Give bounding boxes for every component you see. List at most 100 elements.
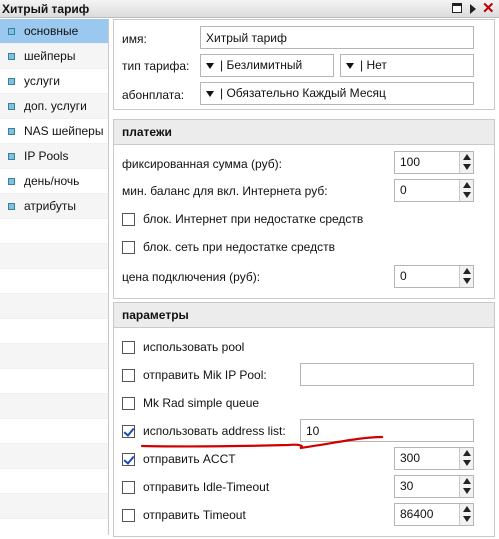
fixed-sum-spinner[interactable]: 100	[394, 151, 474, 174]
spinner-buttons[interactable]	[459, 180, 473, 201]
collapse-arrow-icon[interactable]	[467, 2, 479, 15]
sidebar-empty-row	[0, 419, 108, 444]
spinner-buttons[interactable]	[459, 504, 473, 525]
sidebar-item-nas-shapers[interactable]: NAS шейперы	[0, 119, 108, 144]
connect-price-label: цена подключения (руб):	[122, 270, 261, 284]
sidebar-item-services[interactable]: услуги	[0, 69, 108, 94]
payments-panel: платежи фиксированная сумма (руб): 100 м…	[113, 119, 495, 299]
sidebar-empty-row	[0, 219, 108, 244]
tariff-subtype-value: | Нет	[360, 58, 387, 72]
idle-timeout-spinner[interactable]: 30	[394, 475, 474, 498]
sidebar-divider	[108, 19, 109, 535]
spinner-up-icon[interactable]	[463, 506, 471, 512]
min-balance-spinner[interactable]: 0	[394, 179, 474, 202]
idle-timeout-label: отправить Idle-Timeout	[143, 480, 270, 494]
sidebar-item-label: услуги	[24, 74, 60, 88]
use-address-list-checkbox[interactable]	[122, 425, 135, 438]
bullet-icon	[8, 53, 15, 60]
name-label: имя:	[122, 32, 147, 46]
maximize-icon[interactable]	[451, 2, 463, 15]
sidebar-item-extra-services[interactable]: доп. услуги	[0, 94, 108, 119]
sidebar-item-label: IP Pools	[24, 149, 69, 163]
spinner-down-icon[interactable]	[463, 192, 471, 198]
use-pool-checkbox[interactable]	[122, 341, 135, 354]
min-balance-label: мин. баланс для вкл. Интернета руб:	[122, 184, 328, 198]
sidebar-item-label: доп. услуги	[24, 99, 87, 113]
spinner-down-icon[interactable]	[463, 516, 471, 522]
connect-price-value: 0	[400, 269, 407, 283]
close-icon[interactable]: ✕	[482, 1, 495, 16]
name-input[interactable]	[200, 26, 474, 49]
mk-rad-checkbox[interactable]	[122, 397, 135, 410]
tariff-type-value: | Безлимитный	[220, 58, 303, 72]
bullet-icon	[8, 28, 15, 35]
sidebar-empty-row	[0, 269, 108, 294]
timeout-checkbox[interactable]	[122, 509, 135, 522]
spinner-up-icon[interactable]	[463, 450, 471, 456]
sidebar-item-ip-pools[interactable]: IP Pools	[0, 144, 108, 169]
idle-timeout-checkbox[interactable]	[122, 481, 135, 494]
sidebar-empty-row	[0, 319, 108, 344]
spinner-down-icon[interactable]	[463, 278, 471, 284]
bullet-icon	[8, 203, 15, 210]
general-panel: имя: тип тарифа: | Безлимитный | Нет або…	[113, 19, 495, 110]
fee-select[interactable]: | Обязательно Каждый Месяц	[200, 82, 474, 105]
sidebar: основные шейперы услуги доп. услуги NAS …	[0, 19, 108, 535]
timeout-spinner[interactable]: 86400	[394, 503, 474, 526]
window-titlebar: Хитрый тариф ✕	[0, 0, 499, 18]
mik-pool-input[interactable]	[300, 363, 474, 386]
spinner-down-icon[interactable]	[463, 164, 471, 170]
spinner-up-icon[interactable]	[463, 154, 471, 160]
tariff-type-select[interactable]: | Безлимитный	[200, 54, 334, 77]
fee-value: | Обязательно Каждый Месяц	[220, 86, 386, 100]
spinner-up-icon[interactable]	[463, 478, 471, 484]
sidebar-item-shapers[interactable]: шейперы	[0, 44, 108, 69]
min-balance-value: 0	[400, 183, 407, 197]
fee-label: абонплата:	[122, 88, 185, 102]
block-network-checkbox[interactable]	[122, 241, 135, 254]
sidebar-item-attributes[interactable]: атрибуты	[0, 194, 108, 219]
spinner-buttons[interactable]	[459, 266, 473, 287]
spinner-down-icon[interactable]	[463, 488, 471, 494]
bullet-icon	[8, 178, 15, 185]
sidebar-empty-row	[0, 369, 108, 394]
spinner-buttons[interactable]	[459, 152, 473, 173]
send-mik-pool-label: отправить Mik IP Pool:	[143, 368, 267, 382]
sidebar-item-general[interactable]: основные	[0, 19, 108, 44]
spinner-up-icon[interactable]	[463, 182, 471, 188]
chevron-down-icon	[346, 62, 354, 69]
fixed-sum-value: 100	[400, 155, 421, 169]
tariff-subtype-select[interactable]: | Нет	[340, 54, 474, 77]
spinner-buttons[interactable]	[459, 448, 473, 469]
bullet-icon	[8, 78, 15, 85]
send-mik-pool-checkbox[interactable]	[122, 369, 135, 382]
window-title: Хитрый тариф	[2, 2, 90, 16]
acct-spinner[interactable]: 300	[394, 447, 474, 470]
sidebar-empty-row	[0, 394, 108, 419]
sidebar-item-label: основные	[24, 24, 79, 38]
spinner-buttons[interactable]	[459, 476, 473, 497]
chevron-down-icon	[206, 62, 214, 69]
sidebar-item-label: день/ночь	[24, 174, 80, 188]
fixed-sum-label: фиксированная сумма (руб):	[122, 157, 282, 171]
sidebar-item-label: NAS шейперы	[24, 124, 104, 138]
params-panel: параметры использовать pool отправить Mi…	[113, 302, 495, 537]
spinner-down-icon[interactable]	[463, 460, 471, 466]
bullet-icon	[8, 153, 15, 160]
send-acct-checkbox[interactable]	[122, 453, 135, 466]
address-list-input[interactable]	[300, 419, 474, 442]
block-internet-checkbox[interactable]	[122, 213, 135, 226]
timeout-label: отправить Timeout	[143, 508, 246, 522]
bullet-icon	[8, 103, 15, 110]
connect-price-spinner[interactable]: 0	[394, 265, 474, 288]
bullet-icon	[8, 128, 15, 135]
block-network-label: блок. сеть при недостатке средств	[143, 240, 335, 254]
sidebar-item-day-night[interactable]: день/ночь	[0, 169, 108, 194]
tariff-type-label: тип тарифа:	[122, 59, 190, 73]
use-pool-label: использовать pool	[143, 340, 245, 354]
sidebar-empty-row	[0, 494, 108, 519]
use-address-list-label: использовать address list:	[143, 424, 286, 438]
timeout-value: 86400	[400, 507, 434, 521]
spinner-up-icon[interactable]	[463, 268, 471, 274]
payments-header: платежи	[114, 120, 494, 145]
